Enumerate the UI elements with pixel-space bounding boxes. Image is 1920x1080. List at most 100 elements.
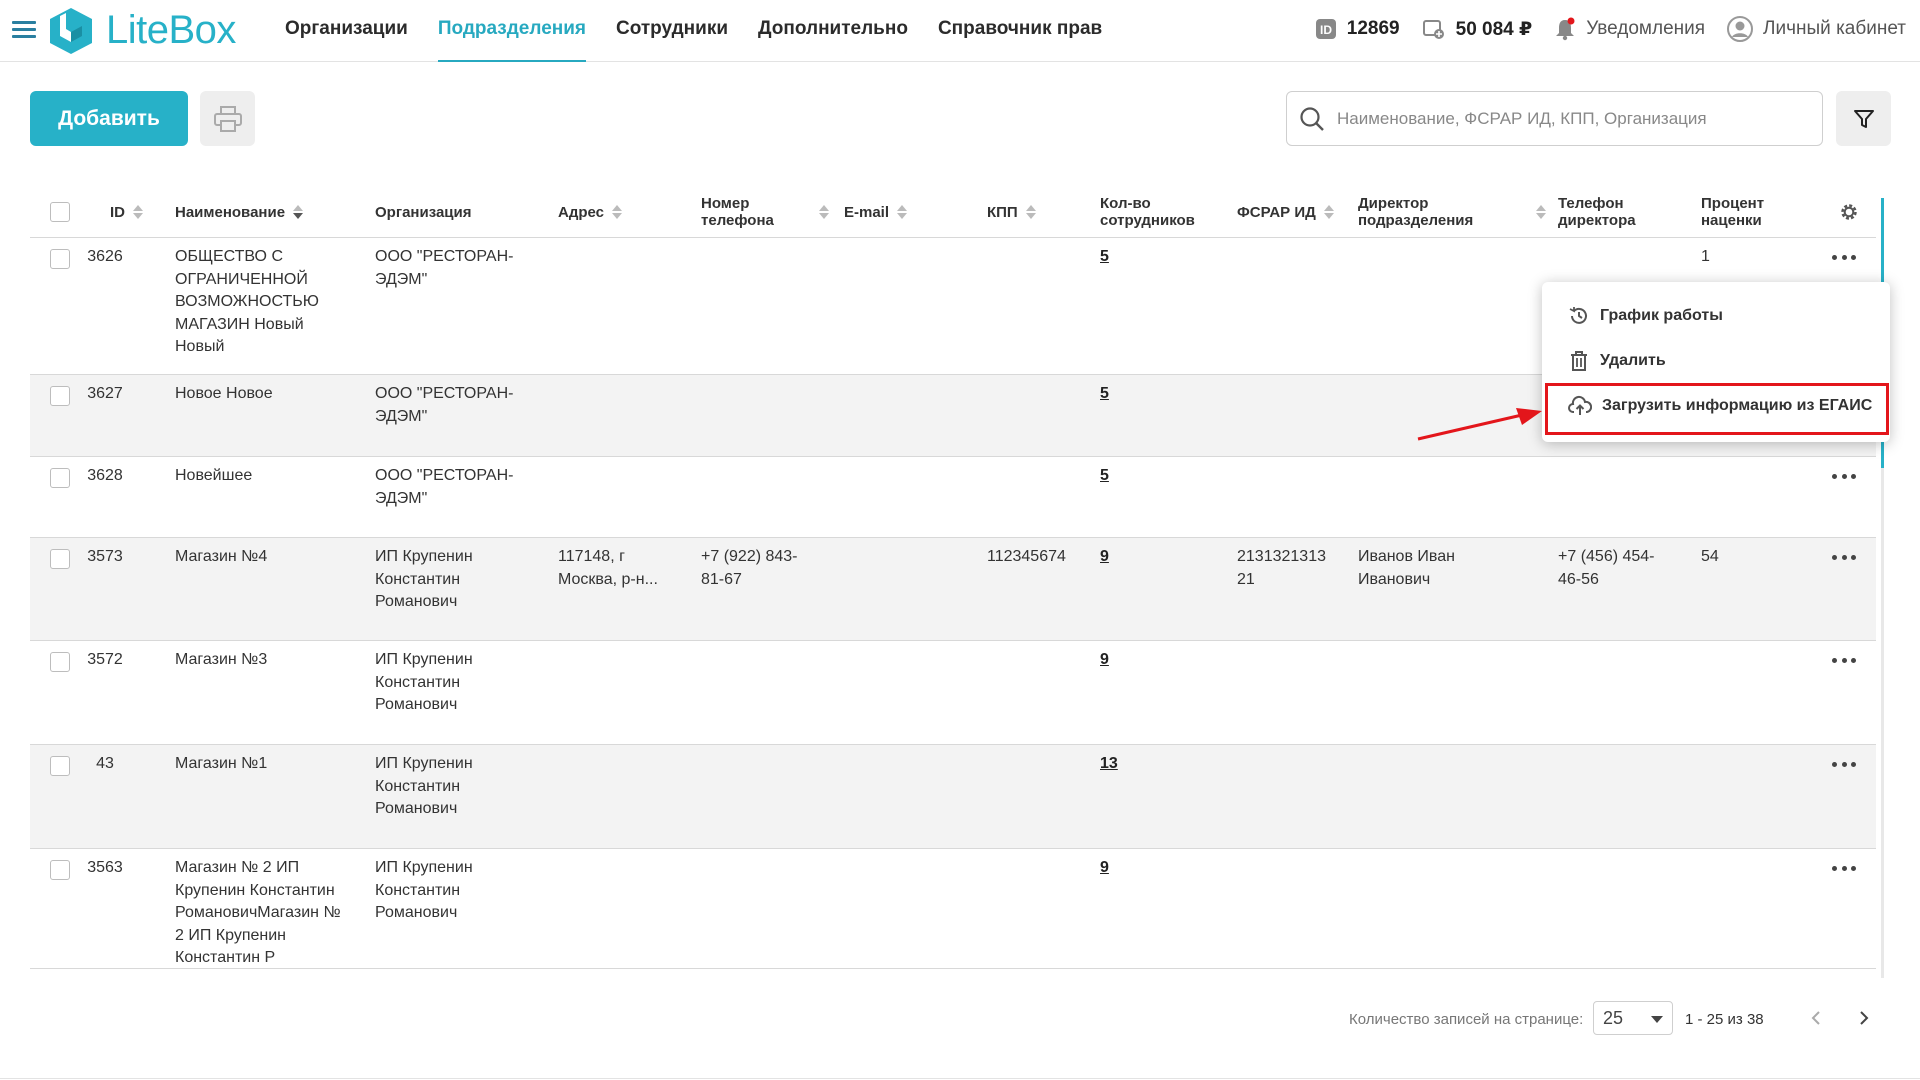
sort-icon[interactable] [1025, 205, 1036, 219]
menu-icon[interactable] [12, 21, 36, 39]
row-actions-more-icon[interactable] [1832, 656, 1856, 664]
litebox-logo-icon [50, 8, 92, 54]
records-range: 1 - 25 из 38 [1685, 1011, 1764, 1028]
cell-id: 3573 [87, 548, 123, 565]
pagination: Количество записей на странице: 25 1 - 2… [0, 994, 1920, 1054]
row-checkbox[interactable] [50, 860, 70, 880]
svg-text:ID: ID [1320, 23, 1332, 37]
cell-director-phone: +7 (456) 454- 46-56 [1558, 548, 1655, 588]
menu-item-schedule-label: График работы [1600, 307, 1723, 324]
balance-value: 50 084 ₽ [1455, 18, 1533, 40]
chevron-right-icon [1860, 1011, 1869, 1025]
row-checkbox[interactable] [50, 652, 70, 672]
col-director[interactable]: Директор подразделения [1358, 186, 1558, 238]
notifications-label: Уведомления [1586, 18, 1706, 39]
annotation-arrow-icon [1417, 408, 1542, 441]
col-director-phone-label: Телефон директора [1558, 195, 1636, 229]
table-row[interactable]: 3572 Магазин №3 ИП Крупенин Константин Роман… [30, 641, 1876, 745]
cell-staff-count[interactable]: 9 [1100, 649, 1160, 672]
nav-organizations[interactable]: Организации [270, 0, 423, 62]
gear-icon[interactable] [1838, 201, 1860, 223]
sort-icon[interactable] [897, 205, 908, 219]
sort-icon[interactable] [133, 205, 143, 219]
table-row[interactable]: 3573 Магазин №4 ИП Крупенин Константин Роман… [30, 538, 1876, 641]
cell-id: 3572 [87, 651, 123, 668]
search-input[interactable] [1337, 108, 1807, 129]
table-row[interactable]: 3563 Магазин № 2 ИП Крупенин Константин Ром… [30, 849, 1876, 969]
cell-id: 3628 [87, 467, 123, 484]
select-all-checkbox[interactable] [50, 202, 70, 222]
chevron-left-icon [1811, 1011, 1820, 1025]
cell-phone: +7 (922) 843- 81-67 [701, 548, 798, 588]
col-staff-count-label: Кол-во сотрудников [1100, 195, 1195, 229]
col-director-phone: Телефон директора [1558, 186, 1648, 238]
sort-icon[interactable] [612, 205, 623, 219]
col-fsrar[interactable]: ФСРАР ИД [1237, 186, 1334, 238]
cell-id: 43 [96, 755, 114, 772]
row-actions-more-icon[interactable] [1832, 472, 1856, 480]
nav-additional[interactable]: Дополнительно [743, 0, 923, 62]
col-email[interactable]: E-mail [844, 186, 908, 238]
per-page-select[interactable]: 25 [1593, 1001, 1673, 1035]
print-button[interactable] [200, 91, 255, 146]
account[interactable]: Личный кабинет [1727, 16, 1906, 42]
col-phone[interactable]: Номер телефона [701, 186, 841, 238]
row-actions-more-icon[interactable] [1832, 864, 1856, 872]
table-row[interactable]: 3628 Новейшее ООО "РЕСТОРАН- ЭДЭМ" 5 [30, 457, 1876, 538]
cell-organization: ИП Крупенин Константин Романович [375, 755, 473, 817]
cell-name: Магазин № 2 ИП Крупенин Константин Романов… [175, 859, 341, 966]
search-icon [1300, 106, 1324, 131]
printer-icon [213, 105, 242, 132]
cell-staff-count[interactable]: 9 [1100, 857, 1160, 880]
per-page-value: 25 [1603, 1008, 1624, 1028]
row-checkbox[interactable] [50, 386, 70, 406]
col-id[interactable]: ID [110, 186, 143, 238]
filter-button[interactable] [1836, 91, 1891, 146]
sort-icon[interactable] [1536, 205, 1546, 219]
bottom-divider [0, 1078, 1920, 1079]
cell-name: Магазин №4 [175, 548, 268, 565]
trash-icon [1571, 351, 1587, 371]
cell-staff-count[interactable]: 5 [1100, 246, 1160, 269]
logo-text: LiteBox [106, 7, 236, 52]
logo[interactable]: LiteBox [48, 5, 236, 55]
sort-icon[interactable] [819, 205, 829, 219]
column-settings[interactable] [1838, 186, 1860, 238]
row-actions-more-icon[interactable] [1832, 253, 1856, 261]
menu-item-delete[interactable]: Удалить [1568, 346, 1666, 376]
row-checkbox[interactable] [50, 756, 70, 776]
col-markup: Процент наценки [1701, 186, 1791, 238]
row-actions-more-icon[interactable] [1832, 553, 1856, 561]
cell-staff-count[interactable]: 13 [1100, 753, 1160, 776]
user-avatar-icon [1727, 16, 1754, 42]
col-organization: Организация [375, 186, 472, 238]
notifications[interactable]: Уведомления [1554, 17, 1705, 41]
row-checkbox[interactable] [50, 249, 70, 269]
nav-employees[interactable]: Сотрудники [601, 0, 743, 62]
prev-page-button[interactable] [1806, 1008, 1826, 1028]
nav-departments[interactable]: Подразделения [423, 0, 601, 62]
cell-name: Новое Новое [175, 385, 273, 402]
balance[interactable]: 50 084 ₽ [1422, 18, 1533, 41]
nav-rights-directory[interactable]: Справочник прав [923, 0, 1117, 62]
sort-icon[interactable] [293, 205, 304, 219]
row-checkbox[interactable] [50, 468, 70, 488]
col-staff-count: Кол-во сотрудников [1100, 186, 1200, 238]
col-kpp[interactable]: КПП [987, 186, 1036, 238]
cell-staff-count[interactable]: 9 [1100, 546, 1160, 569]
table-row[interactable]: 43 Магазин №1 ИП Крупенин Константин Романов… [30, 745, 1876, 849]
cell-fsrar: 2131321313 21 [1237, 548, 1326, 588]
add-button[interactable]: Добавить [30, 91, 188, 146]
bell-icon [1556, 17, 1575, 41]
col-name[interactable]: Наименование [175, 186, 304, 238]
next-page-button[interactable] [1854, 1008, 1874, 1028]
cell-staff-count[interactable]: 5 [1100, 383, 1160, 406]
col-address[interactable]: Адрес [558, 186, 623, 238]
select-all-checkbox-cell[interactable] [50, 186, 70, 238]
row-actions-more-icon[interactable] [1832, 760, 1856, 768]
menu-item-schedule[interactable]: График работы [1568, 301, 1723, 331]
row-checkbox[interactable] [50, 549, 70, 569]
sort-icon[interactable] [1323, 205, 1334, 219]
cell-staff-count[interactable]: 5 [1100, 465, 1160, 488]
search-box[interactable] [1286, 91, 1823, 146]
